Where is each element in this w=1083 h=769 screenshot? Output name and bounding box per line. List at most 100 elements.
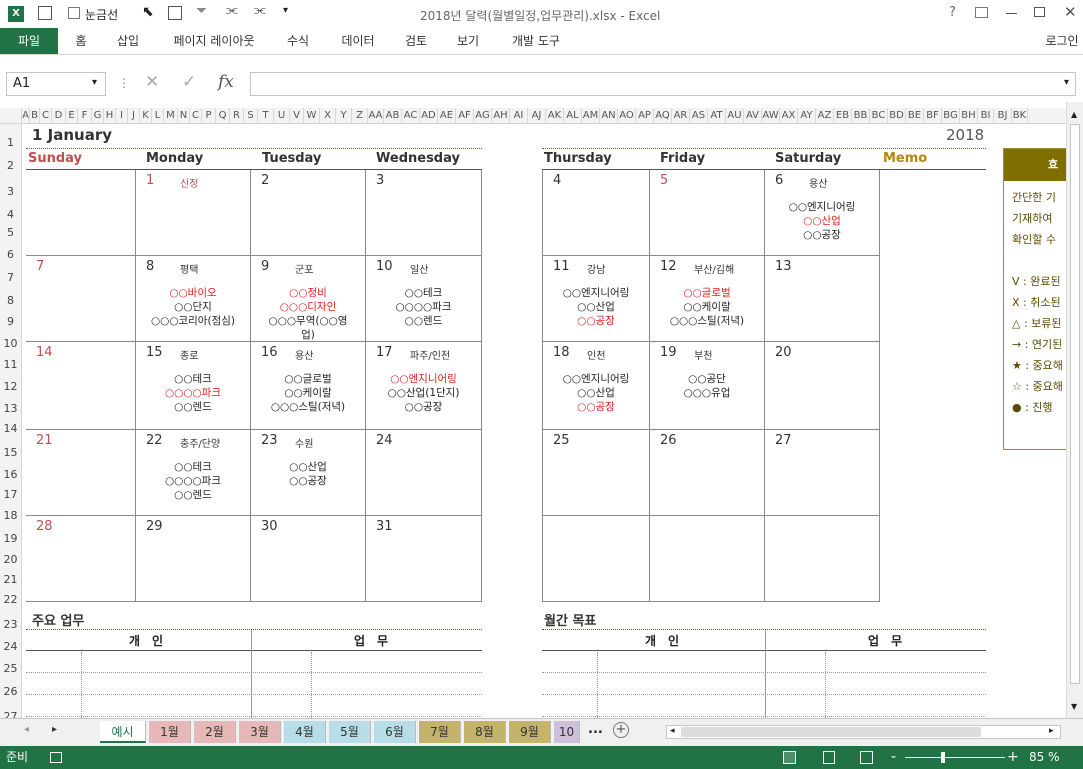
sheet-tab[interactable]: 9월: [509, 721, 551, 743]
gridlines-checkbox[interactable]: [68, 7, 80, 19]
column-header[interactable]: AR: [672, 108, 690, 123]
row-header[interactable]: 21: [0, 573, 21, 586]
sheet-tab[interactable]: 8월: [464, 721, 506, 743]
tab-view[interactable]: 보기: [450, 28, 486, 54]
tab-data[interactable]: 데이터: [332, 28, 384, 54]
row-header[interactable]: 23: [0, 618, 21, 631]
prev-sheet-icon[interactable]: ◂: [24, 724, 29, 735]
form-icon[interactable]: [38, 6, 52, 20]
row-header[interactable]: 18: [0, 509, 21, 522]
tab-review[interactable]: 검토: [396, 28, 436, 54]
fx-icon[interactable]: fx: [218, 72, 234, 92]
row-header[interactable]: 6: [0, 248, 21, 261]
column-header[interactable]: T: [258, 108, 274, 123]
row-header[interactable]: 17: [0, 488, 21, 501]
column-header[interactable]: A: [22, 108, 30, 123]
column-header[interactable]: AB: [384, 108, 402, 123]
column-header[interactable]: N: [178, 108, 190, 123]
day-cell[interactable]: 18 인천 ○○엔지니어링 ○○산업 ○○공장: [542, 342, 650, 430]
scroll-down-icon[interactable]: ▼: [1071, 702, 1077, 711]
column-header[interactable]: D: [52, 108, 66, 123]
column-header[interactable]: J: [128, 108, 140, 123]
zoom-in-button[interactable]: +: [1007, 746, 1019, 769]
column-header[interactable]: AT: [708, 108, 726, 123]
row-header[interactable]: 13: [0, 402, 21, 415]
day-cell[interactable]: 6 용산 ○○엔지니어링 ○○산업 ○○공장: [765, 170, 880, 256]
sheet-tab[interactable]: 1월: [149, 721, 191, 743]
day-cell[interactable]: 17 파주/인천 ○○엔지니어링 ○○산업(1단지) ○○공장: [366, 342, 482, 430]
macro-record-icon[interactable]: [50, 752, 62, 763]
column-header[interactable]: C: [40, 108, 52, 123]
column-header[interactable]: BH: [960, 108, 978, 123]
column-header[interactable]: AA: [368, 108, 384, 123]
column-header[interactable]: AZ: [816, 108, 834, 123]
day-cell[interactable]: 28: [26, 516, 136, 602]
column-header[interactable]: AF: [456, 108, 474, 123]
sheet-tab[interactable]: 4월: [284, 721, 326, 743]
day-cell[interactable]: 20: [765, 342, 880, 430]
zoom-level[interactable]: 85 %: [1029, 746, 1060, 769]
sheet-tab[interactable]: 예시: [100, 721, 146, 743]
column-header[interactable]: I: [116, 108, 128, 123]
tab-insert[interactable]: 삽입: [110, 28, 146, 54]
row-header[interactable]: 5: [0, 226, 21, 239]
column-header[interactable]: AP: [636, 108, 654, 123]
column-header[interactable]: AN: [600, 108, 618, 123]
add-sheet-button[interactable]: +: [613, 722, 629, 738]
vertical-scrollbar[interactable]: ▲ ▼: [1066, 102, 1083, 718]
column-header[interactable]: BJ: [994, 108, 1012, 123]
day-cell[interactable]: 31: [366, 516, 482, 602]
column-header[interactable]: S: [244, 108, 258, 123]
day-cell[interactable]: 21: [26, 430, 136, 516]
row-header[interactable]: 12: [0, 380, 21, 393]
column-header[interactable]: BI: [978, 108, 994, 123]
column-header[interactable]: L: [152, 108, 164, 123]
column-header[interactable]: BD: [888, 108, 906, 123]
column-header[interactable]: BC: [870, 108, 888, 123]
sheet-tab[interactable]: 7월: [419, 721, 461, 743]
help-icon[interactable]: ?: [949, 5, 956, 20]
row-header[interactable]: 9: [0, 315, 21, 328]
org-chart-icon[interactable]: ⫘: [226, 3, 238, 18]
formula-input[interactable]: [250, 72, 1076, 96]
select-objects-icon[interactable]: ⬉: [142, 4, 154, 20]
column-header[interactable]: AW: [762, 108, 780, 123]
tab-file[interactable]: 파일: [0, 28, 58, 54]
column-header[interactable]: AI: [510, 108, 528, 123]
customize-qat-icon[interactable]: ▾: [283, 5, 288, 16]
filter-icon[interactable]: ⏷: [196, 3, 207, 19]
row-header[interactable]: 2: [0, 159, 21, 172]
column-header[interactable]: AG: [474, 108, 492, 123]
column-header[interactable]: U: [274, 108, 290, 123]
column-header[interactable]: AO: [618, 108, 636, 123]
sheet-tab[interactable]: 10: [554, 721, 580, 743]
column-header[interactable]: BG: [942, 108, 960, 123]
enter-icon[interactable]: ✓: [182, 72, 196, 92]
next-sheet-icon[interactable]: ▸: [52, 724, 57, 735]
day-cell[interactable]: 8 평택 ○○바이오 ○○단지 ○○○코리아(점심): [136, 256, 251, 342]
column-header[interactable]: C: [190, 108, 202, 123]
day-cell[interactable]: 23 수원 ○○산업 ○○공장: [251, 430, 366, 516]
column-header[interactable]: AL: [564, 108, 582, 123]
row-header[interactable]: 4: [0, 208, 21, 221]
column-header[interactable]: X: [320, 108, 336, 123]
day-cell[interactable]: 11 강남 ○○엔지니어링 ○○산업 ○○공장: [542, 256, 650, 342]
column-header[interactable]: BB: [852, 108, 870, 123]
vertical-scroll-thumb[interactable]: [1070, 124, 1080, 684]
row-header[interactable]: 3: [0, 185, 21, 198]
day-cell[interactable]: 3: [366, 170, 482, 256]
column-header[interactable]: BF: [924, 108, 942, 123]
day-cell[interactable]: 10 일산 ○○테크 ○○○○파크 ○○렌드: [366, 256, 482, 342]
normal-view-icon[interactable]: [783, 751, 796, 764]
day-cell[interactable]: 22 충주/단양 ○○테크 ○○○○파크 ○○렌드: [136, 430, 251, 516]
row-header[interactable]: 20: [0, 553, 21, 566]
page-break-view-icon[interactable]: [860, 751, 873, 764]
row-header[interactable]: 24: [0, 640, 21, 653]
sign-in-link[interactable]: 로그인: [1040, 28, 1083, 54]
day-cell[interactable]: [650, 516, 765, 602]
sheet-tab[interactable]: 5월: [329, 721, 371, 743]
scroll-up-icon[interactable]: ▲: [1071, 110, 1077, 119]
row-header[interactable]: 1: [0, 136, 21, 149]
zoom-out-button[interactable]: -: [891, 746, 896, 769]
name-box[interactable]: A1: [6, 72, 106, 96]
